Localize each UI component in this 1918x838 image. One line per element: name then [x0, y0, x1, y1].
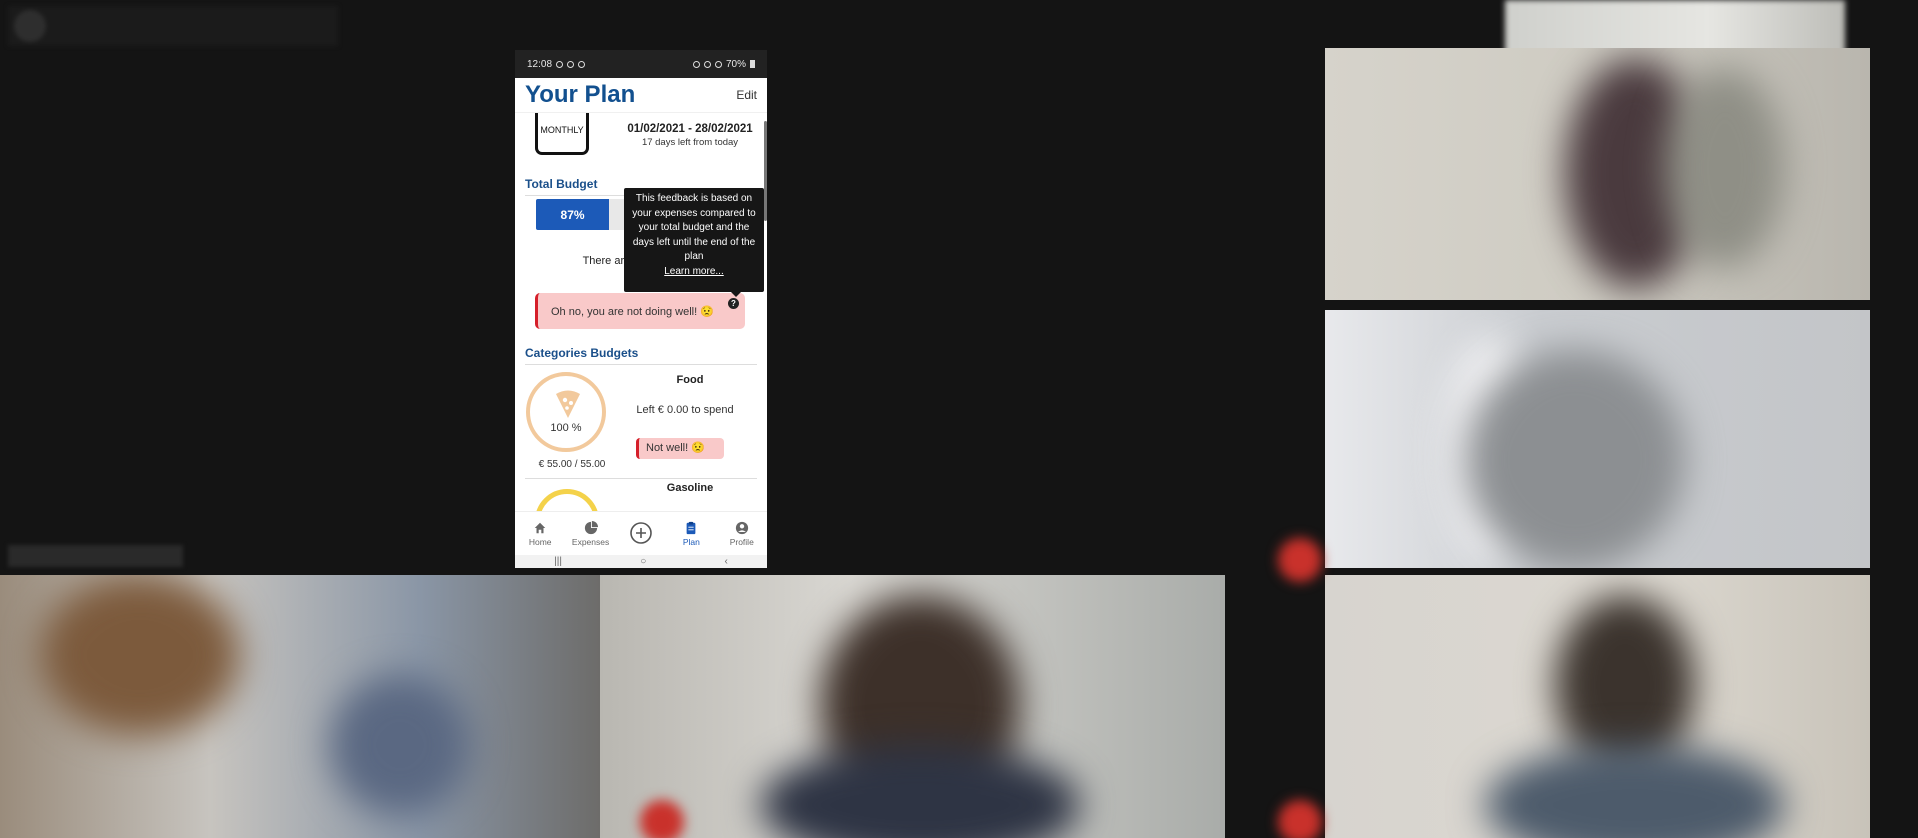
- category-ring-food[interactable]: 100 %: [526, 372, 606, 452]
- video-tile: [1325, 575, 1870, 838]
- system-nav-bar: ||| ○ ‹: [515, 555, 767, 568]
- tooltip-arrow: [730, 291, 742, 297]
- page-title: Your Plan: [525, 81, 636, 108]
- recent-apps-icon[interactable]: |||: [554, 556, 562, 567]
- category-percent: 100 %: [550, 422, 582, 434]
- plus-circle-icon: [630, 521, 652, 544]
- battery-icon: [750, 60, 755, 68]
- pizza-icon: [556, 390, 580, 418]
- participant-name-tag: [8, 545, 183, 567]
- divider: [525, 478, 757, 479]
- muted-mic-icon: [1278, 538, 1322, 582]
- signal-icon: [714, 60, 722, 68]
- clipboard-icon: [686, 521, 696, 534]
- home-icon: [534, 522, 546, 533]
- battery-percent: 70%: [725, 58, 746, 70]
- category-ring-gasoline[interactable]: [535, 489, 599, 511]
- user-icon: [735, 521, 748, 534]
- home-button-icon[interactable]: ○: [640, 556, 646, 567]
- nav-plan[interactable]: Plan: [668, 521, 714, 547]
- bottom-nav: Home Expenses Plan Profile: [515, 511, 767, 555]
- back-icon[interactable]: ‹: [725, 556, 728, 567]
- budget-progress-fill: 87%: [536, 199, 610, 230]
- feedback-text: Oh no, you are not doing well! 😟: [551, 305, 714, 318]
- plan-frequency: MONTHLY: [540, 124, 584, 135]
- muted-mic-icon: [640, 800, 684, 838]
- video-tile: [1505, 0, 1845, 55]
- status-bar: 12:08 70%: [515, 50, 767, 78]
- notification-icon: [567, 60, 575, 68]
- date-range: 01/02/2021 - 28/02/2021: [627, 123, 753, 135]
- wifi-icon: [703, 60, 711, 68]
- avatar: [14, 10, 46, 42]
- participant-name-tag: [8, 6, 338, 46]
- calendar-icon: MONTHLY: [535, 113, 589, 155]
- video-tile: [0, 575, 600, 838]
- plan-dates: 01/02/2021 - 28/02/2021 17 days left fro…: [615, 123, 765, 148]
- help-icon[interactable]: ?: [728, 298, 739, 309]
- budget-progress-label: 87%: [560, 207, 585, 222]
- status-time: 12:08: [527, 58, 553, 70]
- category-status-badge: Not well! 😟: [636, 438, 724, 459]
- edit-button[interactable]: Edit: [736, 88, 757, 102]
- plan-content[interactable]: MONTHLY 01/02/2021 - 28/02/2021 17 days …: [515, 113, 767, 511]
- app-header: Your Plan Edit: [515, 78, 767, 113]
- category-amount: € 55.00 / 55.00: [538, 459, 606, 470]
- categories-title: Categories Budgets: [525, 346, 639, 360]
- feedback-tooltip: This feedback is based on your expenses …: [624, 188, 764, 297]
- days-left: 17 days left from today: [641, 137, 739, 148]
- muted-mic-icon: [1278, 800, 1322, 838]
- learn-more-link[interactable]: Learn more...: [664, 266, 723, 277]
- video-call-screen: 12:08 70% Your Plan Edit MONTHLY 01/02/2…: [0, 0, 1918, 838]
- whatsapp-icon: [556, 60, 564, 68]
- mute-icon: [692, 60, 700, 68]
- category-name: Food: [676, 374, 704, 386]
- video-tile: [1325, 310, 1870, 568]
- nav-expenses[interactable]: Expenses: [568, 520, 614, 547]
- nav-home[interactable]: Home: [517, 521, 563, 547]
- plan-period: MONTHLY 01/02/2021 - 28/02/2021 17 days …: [515, 113, 767, 175]
- video-tile: [600, 575, 1225, 838]
- category-name: Gasoline: [666, 482, 714, 494]
- shared-phone-screen: 12:08 70% Your Plan Edit MONTHLY 01/02/2…: [515, 50, 767, 568]
- pie-chart-icon: [584, 520, 598, 534]
- nav-profile[interactable]: Profile: [719, 521, 765, 547]
- notification-icon: [578, 60, 586, 68]
- feedback-alert: Oh no, you are not doing well! 😟 ?: [535, 293, 745, 329]
- divider: [525, 364, 757, 365]
- nav-add[interactable]: [618, 521, 664, 547]
- category-left-text: Left € 0.00 to spend: [636, 404, 734, 416]
- tooltip-text: This feedback is based on your expenses …: [632, 193, 756, 263]
- video-tile: [1325, 48, 1870, 300]
